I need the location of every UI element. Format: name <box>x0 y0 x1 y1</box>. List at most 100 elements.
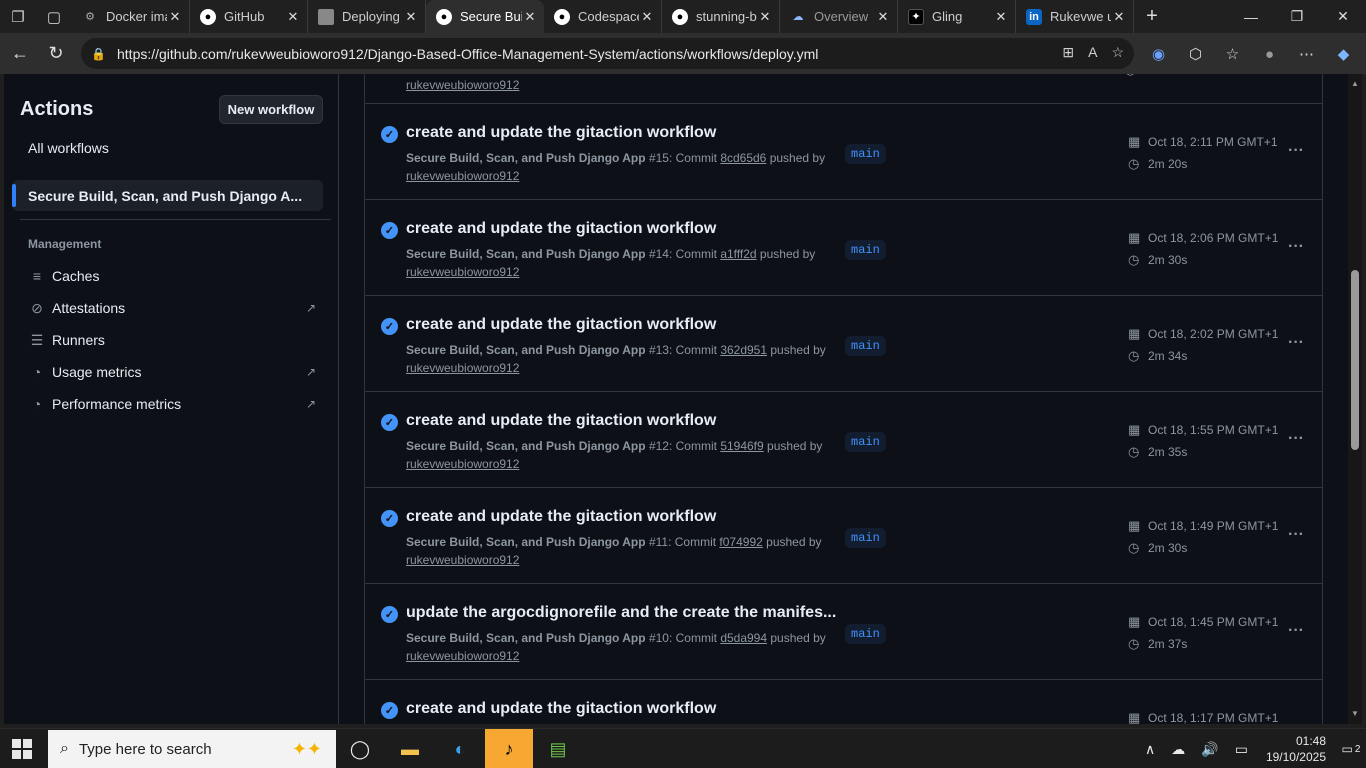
spreadsheet-app-icon[interactable]: ▤ <box>534 729 582 768</box>
run-title[interactable]: create and update the gitaction workflow <box>406 412 716 430</box>
address-bar[interactable]: 🔒 https://github.com/rukevweubioworo912/… <box>81 38 1134 69</box>
minimize-icon[interactable]: — <box>1228 0 1274 33</box>
run-actor-link[interactable]: rukevweubioworo912 <box>406 553 519 567</box>
branch-badge[interactable]: main <box>845 432 886 452</box>
close-icon[interactable]: ✕ <box>1111 9 1127 25</box>
close-icon[interactable]: ✕ <box>639 9 655 25</box>
show-hidden-icons-icon[interactable]: ∧ <box>1137 741 1163 758</box>
sidebar-item-attestations[interactable]: ⊘ Attestations ↗ <box>28 296 318 320</box>
more-options-icon[interactable]: ··· <box>1285 526 1307 544</box>
run-actor-link[interactable]: rukevweubioworo912 <box>406 78 519 92</box>
close-icon[interactable]: ✕ <box>285 9 301 25</box>
workflow-run-row[interactable]: ✓ create and update the gitaction workfl… <box>365 391 1322 487</box>
scroll-down-icon[interactable]: ▼ <box>1348 706 1362 720</box>
windows-start-icon[interactable] <box>12 739 32 759</box>
new-workflow-button[interactable]: New workflow <box>219 95 323 124</box>
run-title[interactable]: create and update the gitaction workflow <box>406 508 716 526</box>
sidebar-item-performance-metrics[interactable]: ◔ Performance metrics ↗ <box>28 392 318 416</box>
refresh-icon[interactable]: ↻ <box>38 38 74 70</box>
tiktok-icon[interactable]: ♪ <box>485 729 533 768</box>
commit-link[interactable]: f074992 <box>719 535 762 549</box>
close-icon[interactable]: ✕ <box>993 9 1009 25</box>
more-options-icon[interactable]: ··· <box>1285 430 1307 448</box>
commit-link[interactable]: a1fff2d <box>720 247 756 261</box>
browser-tab[interactable]: ⚙ Docker images ✕ <box>72 0 190 33</box>
network-icon[interactable]: ▭ <box>1227 741 1256 758</box>
taskbar-clock[interactable]: 01:48 19/10/2025 <box>1256 733 1336 765</box>
new-tab-button[interactable]: + <box>1134 5 1170 28</box>
read-aloud-icon[interactable]: A <box>1088 44 1097 61</box>
browser-tab[interactable]: ● GitHub ✕ <box>190 0 308 33</box>
commit-link[interactable]: d5da994 <box>720 631 767 645</box>
more-options-icon[interactable]: ··· <box>1285 622 1307 640</box>
back-icon[interactable]: ← <box>2 38 38 70</box>
workflow-run-row[interactable]: ✓ create and update the gitaction workfl… <box>365 487 1322 583</box>
edge-browser-icon[interactable]: ◐ <box>436 729 484 768</box>
run-actor-link[interactable]: rukevweubioworo912 <box>406 361 519 375</box>
task-view-icon[interactable]: ◯ <box>336 729 384 768</box>
run-title[interactable]: create and update the gitaction workflow <box>406 124 716 142</box>
browser-tab[interactable]: ✦ Gling ✕ <box>898 0 1016 33</box>
commit-link[interactable]: 8cd65d6 <box>720 151 766 165</box>
branch-badge[interactable]: main <box>845 528 886 548</box>
run-title[interactable]: create and update the gitaction workflow <box>406 316 716 334</box>
volume-icon[interactable]: 🔊 <box>1193 741 1226 758</box>
workflow-run-row[interactable]: ✓ create and update the gitaction workfl… <box>365 295 1322 391</box>
onedrive-icon[interactable]: ☁ <box>1163 741 1193 758</box>
branch-badge[interactable]: main <box>845 624 886 644</box>
commit-link[interactable]: 362d951 <box>720 343 767 357</box>
close-icon[interactable]: ✕ <box>403 9 419 25</box>
browser-tab[interactable]: Deploying ✕ <box>308 0 426 33</box>
commit-link[interactable]: 51946f9 <box>720 439 763 453</box>
more-options-icon[interactable]: ··· <box>1285 334 1307 352</box>
vertical-tabs-icon[interactable]: ▢ <box>36 0 72 33</box>
branch-badge[interactable]: main <box>845 336 886 356</box>
sidebar-item-caches[interactable]: ≡ Caches <box>28 264 318 288</box>
close-icon[interactable]: ✕ <box>875 9 891 25</box>
run-actor-link[interactable]: rukevweubioworo912 <box>406 265 519 279</box>
browser-tab[interactable]: ● stunning-bassoon ✕ <box>662 0 780 33</box>
run-actor-link[interactable]: rukevweubioworo912 <box>406 457 519 471</box>
selected-workflow-link[interactable]: Secure Build, Scan, and Push Django A... <box>12 180 323 211</box>
browser-tab[interactable]: ● Codespaces ✕ <box>544 0 662 33</box>
all-workflows-link[interactable]: All workflows <box>28 140 109 156</box>
scroll-up-icon[interactable]: ▲ <box>1348 76 1362 90</box>
close-icon[interactable]: ✕ <box>757 9 773 25</box>
restore-icon[interactable]: ❐ <box>1274 0 1320 33</box>
app-available-icon[interactable]: ⊞ <box>1062 44 1074 61</box>
notifications-icon[interactable]: ▭ 2 <box>1336 729 1366 768</box>
taskbar-search-box[interactable]: ⌕ Type here to search ✦✦ <box>48 730 336 768</box>
run-title[interactable]: create and update the gitaction workflow <box>406 220 716 238</box>
workflow-run-row[interactable]: ✓ create and update the gitaction workfl… <box>365 199 1322 295</box>
extension-shield-icon[interactable]: ◉ <box>1140 41 1177 67</box>
browser-tab-active[interactable]: ● Secure Build ✕ <box>426 0 544 33</box>
browser-tab[interactable]: ☁ Overview ✕ <box>780 0 898 33</box>
sidebar-item-runners[interactable]: ☰ Runners <box>28 328 318 352</box>
more-options-icon[interactable]: ··· <box>1285 238 1307 256</box>
extensions-icon[interactable]: ⬡ <box>1177 41 1214 67</box>
branch-badge[interactable]: main <box>845 240 886 260</box>
run-title[interactable]: update the argocdignorefile and the crea… <box>406 604 836 622</box>
run-actor-link[interactable]: rukevweubioworo912 <box>406 649 519 663</box>
close-icon[interactable]: ✕ <box>167 9 183 25</box>
run-title[interactable]: create and update the gitaction workflow <box>406 700 716 718</box>
browser-tab[interactable]: in Rukevwe u ✕ <box>1016 0 1134 33</box>
file-explorer-icon[interactable]: ▬ <box>386 729 434 768</box>
workflow-run-row[interactable]: ✓ create and update the gitaction workfl… <box>365 679 1322 724</box>
workflow-run-row[interactable]: ✓ update the argocdignorefile and the cr… <box>365 583 1322 679</box>
favorites-icon[interactable]: ☆ <box>1214 41 1251 67</box>
run-actor-link[interactable]: rukevweubioworo912 <box>406 169 519 183</box>
scrollbar-thumb[interactable] <box>1351 270 1359 450</box>
site-info-icon[interactable]: 🔒 <box>91 47 109 61</box>
workflow-run-row[interactable]: ✓ create and update the gitaction workfl… <box>365 103 1322 199</box>
more-options-icon[interactable]: ··· <box>1285 142 1307 160</box>
close-icon[interactable]: ✕ <box>522 9 538 25</box>
branch-badge[interactable]: main <box>845 144 886 164</box>
favorite-star-icon[interactable]: ☆ <box>1111 44 1124 61</box>
profile-avatar-icon[interactable]: ● <box>1251 41 1288 67</box>
page-scrollbar[interactable]: ▲ ▼ <box>1348 74 1362 724</box>
more-menu-icon[interactable]: ⋯ <box>1288 41 1325 67</box>
close-window-icon[interactable]: ✕ <box>1320 0 1366 33</box>
copilot-icon[interactable]: ◆ <box>1325 41 1362 67</box>
sidebar-item-usage-metrics[interactable]: ◔ Usage metrics ↗ <box>28 360 318 384</box>
